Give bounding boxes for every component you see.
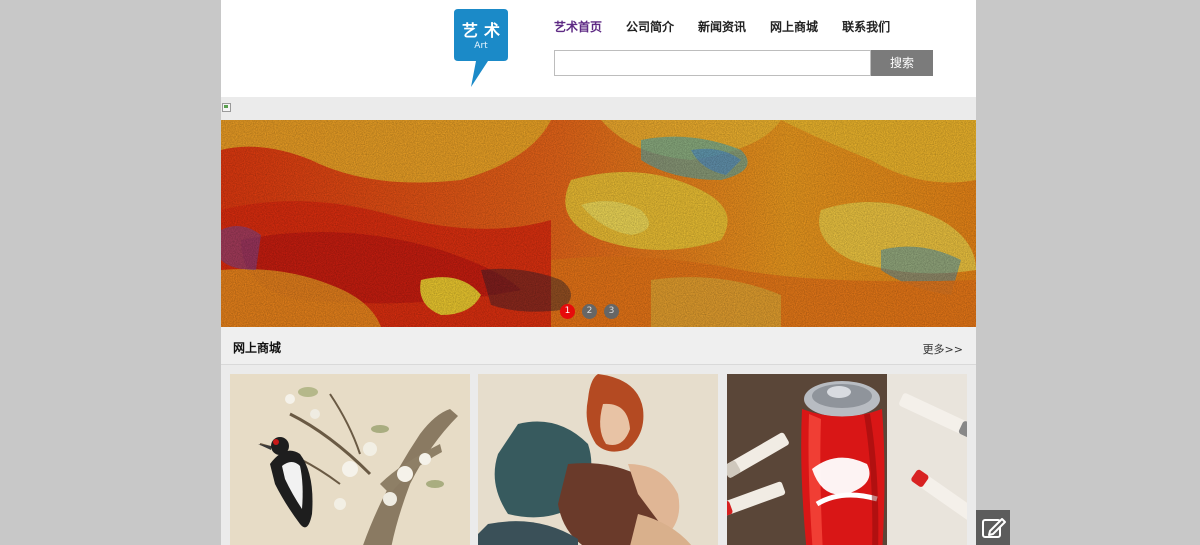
site-logo[interactable]: 艺术 Art [454, 9, 508, 87]
product-card-woodpecker[interactable] [230, 374, 470, 545]
seated-woman-painting-image [478, 374, 718, 545]
more-link[interactable]: 更多>> [923, 341, 963, 357]
logo-subtitle: Art [474, 41, 488, 51]
broken-image-strip [221, 97, 976, 120]
search-button[interactable]: 搜索 [871, 50, 933, 76]
page-container: 艺术 Art 艺术首页 公司简介 新闻资讯 网上商城 联系我们 搜索 1 2 3… [221, 0, 976, 545]
nav-shop[interactable]: 网上商城 [770, 18, 818, 35]
edit-button[interactable] [976, 510, 1010, 545]
slider-dot-2[interactable]: 2 [582, 304, 597, 319]
abstract-painting-banner-image [221, 120, 976, 327]
slider-dot-3[interactable]: 3 [604, 304, 619, 319]
nav-contact[interactable]: 联系我们 [842, 18, 890, 35]
main-nav: 艺术首页 公司简介 新闻资讯 网上商城 联系我们 [554, 18, 914, 35]
product-grid [221, 365, 976, 545]
product-card-coca-cola[interactable] [727, 374, 967, 545]
site-header: 艺术 Art 艺术首页 公司简介 新闻资讯 网上商城 联系我们 搜索 [221, 0, 976, 97]
section-title: 网上商城 [233, 341, 282, 355]
product-card-seated-woman[interactable] [478, 374, 718, 545]
nav-home[interactable]: 艺术首页 [554, 18, 602, 35]
shop-section-header: 网上商城 更多>> [221, 327, 976, 365]
nav-about[interactable]: 公司简介 [626, 18, 674, 35]
search-input[interactable] [554, 50, 871, 76]
coca-cola-drawing-image [727, 374, 967, 545]
slider-dots: 1 2 3 [560, 304, 626, 319]
hero-banner[interactable]: 1 2 3 [221, 120, 976, 327]
nav-news[interactable]: 新闻资讯 [698, 18, 746, 35]
broken-image-icon [222, 103, 231, 112]
slider-dot-1[interactable]: 1 [560, 304, 575, 319]
edit-pencil-icon [982, 518, 1006, 538]
logo-title: 艺术 [461, 21, 506, 40]
woodpecker-painting-image [230, 374, 470, 545]
